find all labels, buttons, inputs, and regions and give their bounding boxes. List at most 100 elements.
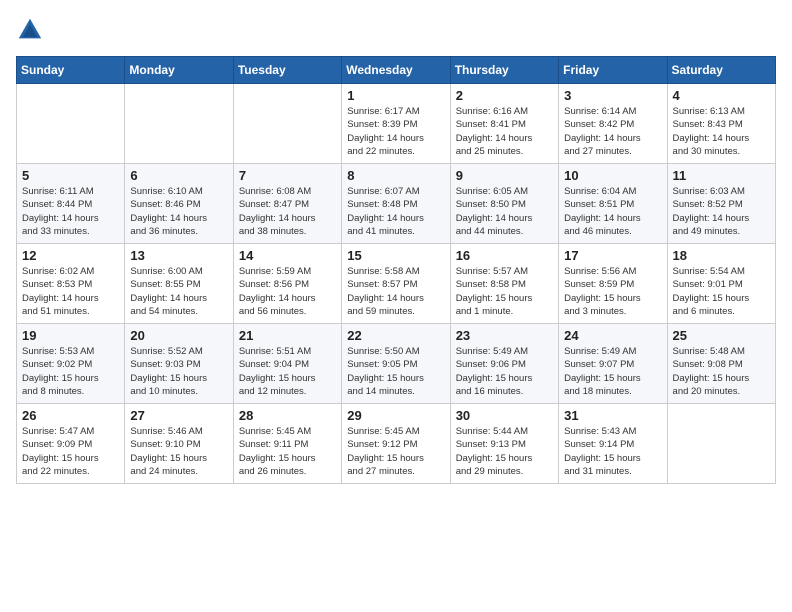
day-number: 4 — [673, 88, 770, 103]
calendar-body: 1 Sunrise: 6:17 AM Sunset: 8:39 PM Daylig… — [17, 84, 776, 484]
day-info: Sunrise: 6:13 AM Sunset: 8:43 PM Dayligh… — [673, 105, 770, 158]
day-number: 5 — [22, 168, 119, 183]
day-info: Sunrise: 6:17 AM Sunset: 8:39 PM Dayligh… — [347, 105, 444, 158]
calendar-cell: 9 Sunrise: 6:05 AM Sunset: 8:50 PM Daylig… — [450, 164, 558, 244]
weekday-header: Monday — [125, 57, 233, 84]
calendar-cell: 10 Sunrise: 6:04 AM Sunset: 8:51 PM Dayli… — [559, 164, 667, 244]
day-info: Sunrise: 6:02 AM Sunset: 8:53 PM Dayligh… — [22, 265, 119, 318]
logo-icon — [16, 16, 44, 44]
calendar-week-row: 19 Sunrise: 5:53 AM Sunset: 9:02 PM Dayli… — [17, 324, 776, 404]
day-info: Sunrise: 5:56 AM Sunset: 8:59 PM Dayligh… — [564, 265, 661, 318]
day-info: Sunrise: 6:07 AM Sunset: 8:48 PM Dayligh… — [347, 185, 444, 238]
calendar-cell: 24 Sunrise: 5:49 AM Sunset: 9:07 PM Dayli… — [559, 324, 667, 404]
calendar-cell: 11 Sunrise: 6:03 AM Sunset: 8:52 PM Dayli… — [667, 164, 775, 244]
calendar-week-row: 26 Sunrise: 5:47 AM Sunset: 9:09 PM Dayli… — [17, 404, 776, 484]
day-info: Sunrise: 5:44 AM Sunset: 9:13 PM Dayligh… — [456, 425, 553, 478]
day-number: 7 — [239, 168, 336, 183]
calendar-cell: 22Sunrise: 5:50 AM Sunset: 9:05 PM Dayli… — [342, 324, 450, 404]
calendar-cell: 6 Sunrise: 6:10 AM Sunset: 8:46 PM Daylig… — [125, 164, 233, 244]
day-number: 27 — [130, 408, 227, 423]
day-number: 22 — [347, 328, 444, 343]
day-number: 17 — [564, 248, 661, 263]
day-info: Sunrise: 5:58 AM Sunset: 8:57 PM Dayligh… — [347, 265, 444, 318]
day-info: Sunrise: 6:04 AM Sunset: 8:51 PM Dayligh… — [564, 185, 661, 238]
calendar-cell: 16Sunrise: 5:57 AM Sunset: 8:58 PM Dayli… — [450, 244, 558, 324]
calendar-cell: 4 Sunrise: 6:13 AM Sunset: 8:43 PM Daylig… — [667, 84, 775, 164]
calendar-cell: 12 Sunrise: 6:02 AM Sunset: 8:53 PM Dayli… — [17, 244, 125, 324]
weekday-header: Thursday — [450, 57, 558, 84]
day-number: 9 — [456, 168, 553, 183]
calendar-cell: 23 Sunrise: 5:49 AM Sunset: 9:06 PM Dayli… — [450, 324, 558, 404]
day-number: 28 — [239, 408, 336, 423]
calendar-cell: 25Sunrise: 5:48 AM Sunset: 9:08 PM Dayli… — [667, 324, 775, 404]
calendar-cell: 1 Sunrise: 6:17 AM Sunset: 8:39 PM Daylig… — [342, 84, 450, 164]
day-info: Sunrise: 6:16 AM Sunset: 8:41 PM Dayligh… — [456, 105, 553, 158]
weekday-header: Wednesday — [342, 57, 450, 84]
day-info: Sunrise: 5:51 AM Sunset: 9:04 PM Dayligh… — [239, 345, 336, 398]
calendar-cell — [17, 84, 125, 164]
calendar-week-row: 5 Sunrise: 6:11 AM Sunset: 8:44 PM Daylig… — [17, 164, 776, 244]
calendar-cell: 30 Sunrise: 5:44 AM Sunset: 9:13 PM Dayli… — [450, 404, 558, 484]
calendar-table: SundayMondayTuesdayWednesdayThursdayFrid… — [16, 56, 776, 484]
day-number: 12 — [22, 248, 119, 263]
day-info: Sunrise: 6:14 AM Sunset: 8:42 PM Dayligh… — [564, 105, 661, 158]
calendar-cell: 20Sunrise: 5:52 AM Sunset: 9:03 PM Dayli… — [125, 324, 233, 404]
day-number: 8 — [347, 168, 444, 183]
day-number: 23 — [456, 328, 553, 343]
day-number: 19 — [22, 328, 119, 343]
day-number: 18 — [673, 248, 770, 263]
calendar-cell: 5 Sunrise: 6:11 AM Sunset: 8:44 PM Daylig… — [17, 164, 125, 244]
day-info: Sunrise: 5:43 AM Sunset: 9:14 PM Dayligh… — [564, 425, 661, 478]
day-number: 25 — [673, 328, 770, 343]
day-number: 13 — [130, 248, 227, 263]
day-number: 6 — [130, 168, 227, 183]
calendar-cell: 27 Sunrise: 5:46 AM Sunset: 9:10 PM Dayli… — [125, 404, 233, 484]
calendar-cell: 17 Sunrise: 5:56 AM Sunset: 8:59 PM Dayli… — [559, 244, 667, 324]
day-number: 3 — [564, 88, 661, 103]
day-info: Sunrise: 5:49 AM Sunset: 9:07 PM Dayligh… — [564, 345, 661, 398]
day-number: 24 — [564, 328, 661, 343]
day-number: 2 — [456, 88, 553, 103]
day-number: 29 — [347, 408, 444, 423]
day-info: Sunrise: 6:11 AM Sunset: 8:44 PM Dayligh… — [22, 185, 119, 238]
calendar-cell: 15 Sunrise: 5:58 AM Sunset: 8:57 PM Dayli… — [342, 244, 450, 324]
day-info: Sunrise: 5:46 AM Sunset: 9:10 PM Dayligh… — [130, 425, 227, 478]
day-number: 10 — [564, 168, 661, 183]
calendar-cell: 19 Sunrise: 5:53 AM Sunset: 9:02 PM Dayli… — [17, 324, 125, 404]
page-header — [16, 16, 776, 44]
day-number: 20 — [130, 328, 227, 343]
day-info: Sunrise: 5:53 AM Sunset: 9:02 PM Dayligh… — [22, 345, 119, 398]
day-info: Sunrise: 5:54 AM Sunset: 9:01 PM Dayligh… — [673, 265, 770, 318]
weekday-row: SundayMondayTuesdayWednesdayThursdayFrid… — [17, 57, 776, 84]
day-number: 16 — [456, 248, 553, 263]
weekday-header: Sunday — [17, 57, 125, 84]
weekday-header: Tuesday — [233, 57, 341, 84]
calendar-cell — [233, 84, 341, 164]
calendar-cell: 29Sunrise: 5:45 AM Sunset: 9:12 PM Dayli… — [342, 404, 450, 484]
logo — [16, 16, 48, 44]
day-number: 11 — [673, 168, 770, 183]
day-info: Sunrise: 6:10 AM Sunset: 8:46 PM Dayligh… — [130, 185, 227, 238]
calendar-cell: 3 Sunrise: 6:14 AM Sunset: 8:42 PM Daylig… — [559, 84, 667, 164]
calendar-cell: 31 Sunrise: 5:43 AM Sunset: 9:14 PM Dayli… — [559, 404, 667, 484]
day-number: 1 — [347, 88, 444, 103]
day-info: Sunrise: 5:49 AM Sunset: 9:06 PM Dayligh… — [456, 345, 553, 398]
calendar-cell: 18 Sunrise: 5:54 AM Sunset: 9:01 PM Dayli… — [667, 244, 775, 324]
calendar-cell: 28 Sunrise: 5:45 AM Sunset: 9:11 PM Dayli… — [233, 404, 341, 484]
day-info: Sunrise: 5:47 AM Sunset: 9:09 PM Dayligh… — [22, 425, 119, 478]
calendar-cell: 21 Sunrise: 5:51 AM Sunset: 9:04 PM Dayli… — [233, 324, 341, 404]
day-info: Sunrise: 6:05 AM Sunset: 8:50 PM Dayligh… — [456, 185, 553, 238]
calendar-cell: 14Sunrise: 5:59 AM Sunset: 8:56 PM Dayli… — [233, 244, 341, 324]
calendar-cell: 8 Sunrise: 6:07 AM Sunset: 8:48 PM Daylig… — [342, 164, 450, 244]
day-number: 21 — [239, 328, 336, 343]
day-number: 31 — [564, 408, 661, 423]
day-number: 15 — [347, 248, 444, 263]
calendar-cell: 26 Sunrise: 5:47 AM Sunset: 9:09 PM Dayli… — [17, 404, 125, 484]
day-number: 30 — [456, 408, 553, 423]
day-info: Sunrise: 6:03 AM Sunset: 8:52 PM Dayligh… — [673, 185, 770, 238]
day-number: 14 — [239, 248, 336, 263]
day-number: 26 — [22, 408, 119, 423]
day-info: Sunrise: 5:45 AM Sunset: 9:11 PM Dayligh… — [239, 425, 336, 478]
day-info: Sunrise: 6:00 AM Sunset: 8:55 PM Dayligh… — [130, 265, 227, 318]
weekday-header: Friday — [559, 57, 667, 84]
